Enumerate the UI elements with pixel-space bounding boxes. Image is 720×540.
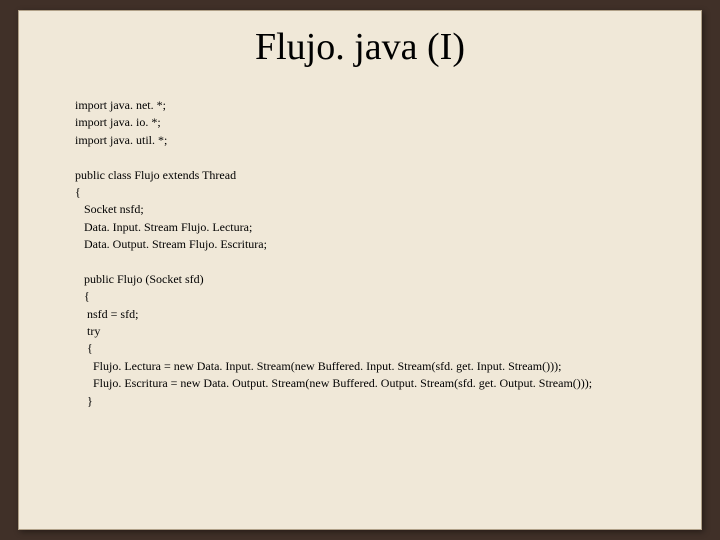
code-line: public class Flujo extends Thread — [75, 167, 681, 184]
code-block: import java. net. *;import java. io. *;i… — [75, 97, 681, 410]
code-line: Flujo. Escritura = new Data. Output. Str… — [75, 375, 681, 392]
slide: Flujo. java (I) import java. net. *;impo… — [18, 10, 702, 530]
code-line: import java. net. *; — [75, 97, 681, 114]
code-line: Flujo. Lectura = new Data. Input. Stream… — [75, 358, 681, 375]
code-line: Data. Input. Stream Flujo. Lectura; — [75, 219, 681, 236]
code-line: { — [75, 184, 681, 201]
code-line: Socket nsfd; — [75, 201, 681, 218]
code-line: try — [75, 323, 681, 340]
code-line: public Flujo (Socket sfd) — [75, 271, 681, 288]
code-line: { — [75, 288, 681, 305]
code-line: Data. Output. Stream Flujo. Escritura; — [75, 236, 681, 253]
code-line: import java. util. *; — [75, 132, 681, 149]
code-blank-line — [75, 254, 681, 271]
code-line: { — [75, 340, 681, 357]
code-line: import java. io. *; — [75, 114, 681, 131]
code-line: } — [75, 393, 681, 410]
slide-title: Flujo. java (I) — [19, 25, 701, 69]
code-blank-line — [75, 149, 681, 166]
code-line: nsfd = sfd; — [75, 306, 681, 323]
